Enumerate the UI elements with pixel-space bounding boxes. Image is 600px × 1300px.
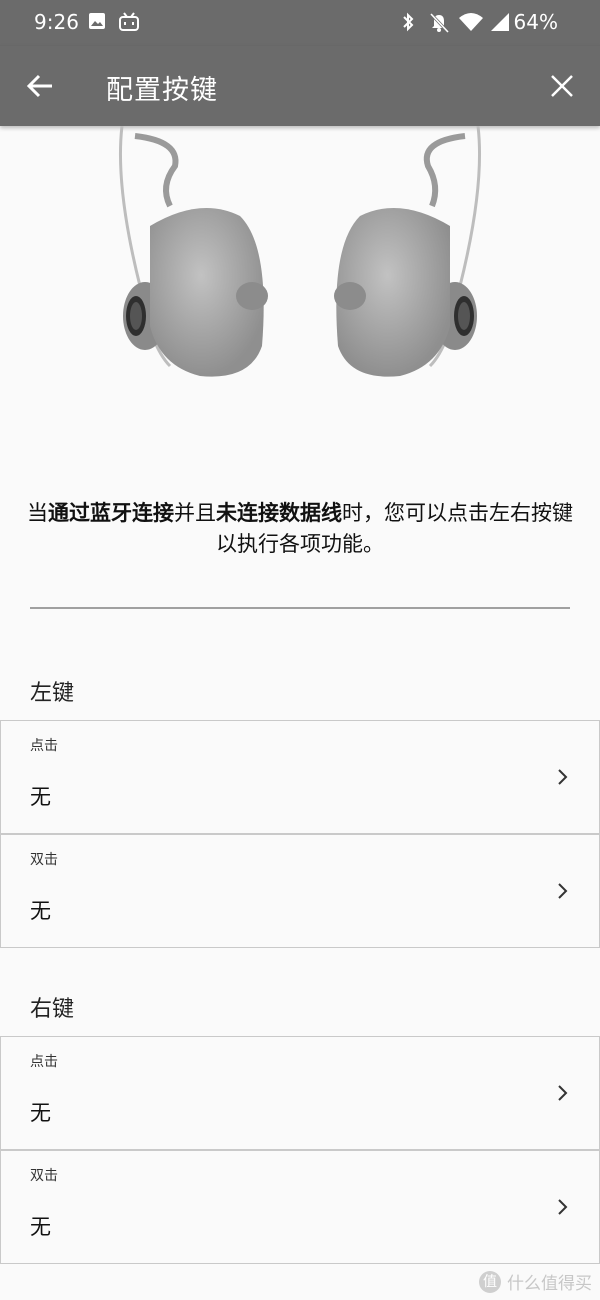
do-not-disturb-icon (429, 12, 450, 34)
image-icon (89, 13, 105, 29)
left-double-press-row[interactable]: 双击 无 (0, 834, 600, 948)
bluetooth-icon (403, 12, 414, 32)
chevron-right-icon (558, 769, 568, 785)
arrow-back-icon[interactable] (22, 68, 58, 104)
left-key-heading: 左键 (30, 681, 75, 706)
watermark-text: 什么值得买 (507, 1274, 592, 1294)
divider (30, 607, 570, 609)
chevron-right-icon (558, 1199, 568, 1215)
page-title: 配置按键 (106, 75, 218, 106)
instruction-text: 当通过蓝牙连接并且未连接数据线时，您可以点击左右按键以执行各项功能。 (20, 498, 580, 560)
row-label: 双击 (30, 852, 58, 868)
right-single-press-row[interactable]: 点击 无 (0, 1036, 600, 1150)
row-label: 点击 (30, 738, 58, 754)
app-bar: 配置按键 (0, 46, 600, 126)
intro-bold-bluetooth: 通过蓝牙连接 (48, 501, 174, 525)
right-double-press-row[interactable]: 双击 无 (0, 1150, 600, 1264)
left-earbud (118, 126, 268, 377)
status-bar: 9:26 64% (0, 0, 600, 46)
watermark-logo-icon: 值 (479, 1270, 501, 1293)
left-single-press-row[interactable]: 点击 无 (0, 720, 600, 834)
chevron-right-icon (558, 1085, 568, 1101)
earbuds-illustration (118, 126, 482, 377)
row-value: 无 (30, 1101, 51, 1125)
intro-text-1: 当 (27, 501, 48, 525)
right-key-heading: 右键 (30, 997, 75, 1022)
row-value: 无 (30, 785, 51, 809)
watermark: 值 什么值得买 (479, 1269, 592, 1294)
chevron-right-icon (558, 883, 568, 899)
cellular-icon (491, 13, 509, 31)
row-label: 双击 (30, 1168, 58, 1184)
row-value: 无 (30, 899, 51, 923)
close-icon[interactable] (546, 70, 578, 102)
battery-percentage: 64% (513, 10, 558, 34)
right-earbud (334, 126, 482, 377)
row-label: 点击 (30, 1054, 58, 1070)
row-value: 无 (30, 1215, 51, 1239)
intro-bold-cable: 未连接数据线 (216, 501, 342, 525)
wifi-icon (459, 13, 483, 31)
bilibili-icon (119, 12, 139, 31)
intro-text-2: 并且 (174, 501, 216, 525)
status-time: 9:26 (34, 10, 79, 34)
